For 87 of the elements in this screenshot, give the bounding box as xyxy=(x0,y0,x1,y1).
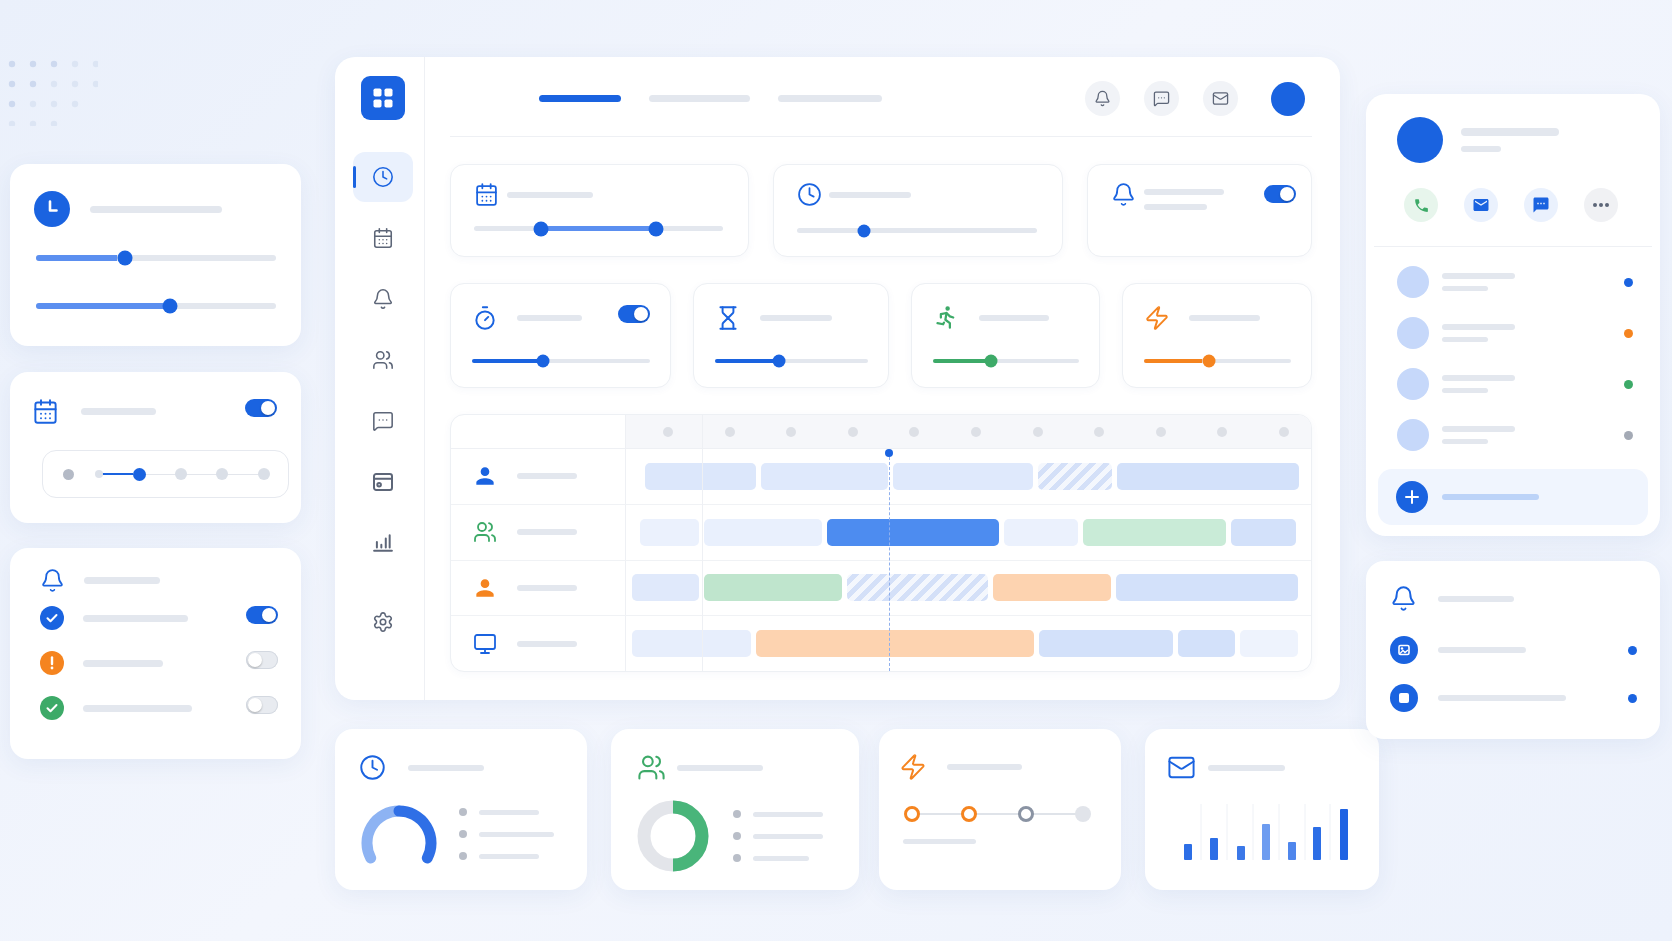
text-placeholder xyxy=(753,855,809,861)
toggle-switch[interactable] xyxy=(245,399,277,417)
slider-thumb[interactable] xyxy=(1202,354,1216,368)
chat-icon xyxy=(1153,90,1170,107)
text-placeholder xyxy=(1442,388,1488,393)
image-icon xyxy=(1390,636,1418,664)
slider-thumb[interactable] xyxy=(117,250,133,266)
contact-avatar xyxy=(1397,317,1429,349)
clock-icon xyxy=(797,182,822,207)
message-button[interactable] xyxy=(1524,188,1558,222)
tab[interactable] xyxy=(539,95,621,102)
text-placeholder xyxy=(1189,314,1260,321)
grid-logo-icon[interactable] xyxy=(360,76,405,120)
calendar-icon xyxy=(371,227,394,249)
toggle-switch[interactable] xyxy=(246,605,278,624)
calendar-icon xyxy=(32,398,59,425)
window-icon xyxy=(372,473,393,491)
text-placeholder xyxy=(1442,439,1488,444)
text-placeholder xyxy=(517,529,577,536)
text-placeholder xyxy=(1442,286,1488,291)
text-placeholder xyxy=(753,811,823,817)
sidebar-item[interactable] xyxy=(352,152,413,202)
step-node[interactable] xyxy=(904,806,920,822)
step-node[interactable] xyxy=(1075,806,1091,822)
plus-icon xyxy=(1396,481,1428,513)
calendar-icon xyxy=(474,182,499,207)
lightning-icon xyxy=(1144,304,1170,331)
step-slider[interactable] xyxy=(42,450,289,498)
settings-icon xyxy=(371,611,394,633)
users-icon xyxy=(637,753,666,782)
text-placeholder xyxy=(979,314,1049,321)
contact-avatar xyxy=(1397,266,1429,298)
mail-icon xyxy=(1212,90,1229,107)
text-placeholder xyxy=(1144,204,1207,210)
timeline-bar[interactable] xyxy=(827,518,999,546)
bell-icon xyxy=(371,288,394,310)
text-placeholder xyxy=(479,853,539,859)
step-node[interactable] xyxy=(1018,806,1034,822)
clock-icon xyxy=(34,191,70,227)
text-placeholder xyxy=(479,809,539,815)
notifications-button[interactable] xyxy=(1085,81,1120,116)
call-button[interactable] xyxy=(1404,188,1438,222)
step-node[interactable] xyxy=(961,806,977,822)
text-placeholder xyxy=(753,833,823,839)
text-placeholder xyxy=(1461,146,1501,152)
text-placeholder xyxy=(517,314,582,321)
chat-icon xyxy=(1532,196,1550,214)
mail-icon xyxy=(1472,196,1490,214)
toggle-switch[interactable] xyxy=(1264,185,1296,203)
lightning-icon xyxy=(899,753,927,781)
slider-thumb[interactable] xyxy=(984,354,998,368)
donut-chart xyxy=(637,800,709,872)
add-contact-row[interactable] xyxy=(1378,469,1648,525)
text-placeholder xyxy=(517,640,577,647)
contact-avatar xyxy=(1397,368,1429,400)
text-placeholder xyxy=(517,584,577,591)
bell-icon xyxy=(40,567,65,593)
slider-thumb[interactable] xyxy=(648,221,664,236)
more-button[interactable] xyxy=(1584,188,1618,222)
contact-avatar xyxy=(1397,419,1429,451)
bell-icon xyxy=(1111,182,1136,207)
slider-thumb[interactable] xyxy=(536,354,550,368)
toggle-switch[interactable] xyxy=(618,305,650,323)
mail-button[interactable] xyxy=(1203,81,1238,116)
bar-chart-icon xyxy=(372,534,393,552)
chat-icon xyxy=(371,410,394,432)
more-icon xyxy=(1593,203,1609,207)
text-placeholder xyxy=(1442,337,1488,342)
toggle-switch[interactable] xyxy=(246,650,278,669)
stopwatch-icon xyxy=(472,304,498,331)
slider-thumb[interactable] xyxy=(772,354,786,368)
user-avatar[interactable] xyxy=(1271,81,1305,116)
bell-icon xyxy=(1390,585,1417,612)
clock-icon xyxy=(359,754,386,781)
toggle-switch[interactable] xyxy=(246,695,278,714)
users-icon xyxy=(371,349,394,371)
slider-thumb[interactable] xyxy=(857,224,871,237)
mail-button[interactable] xyxy=(1464,188,1498,222)
text-placeholder xyxy=(517,473,577,480)
slider-thumb[interactable] xyxy=(162,298,178,314)
messages-button[interactable] xyxy=(1144,81,1179,116)
bell-icon xyxy=(1094,90,1111,107)
slider-thumb[interactable] xyxy=(533,221,549,236)
clock-icon xyxy=(371,166,394,188)
phone-icon xyxy=(1412,196,1430,214)
text-placeholder xyxy=(760,314,832,321)
profile-avatar xyxy=(1397,117,1443,163)
